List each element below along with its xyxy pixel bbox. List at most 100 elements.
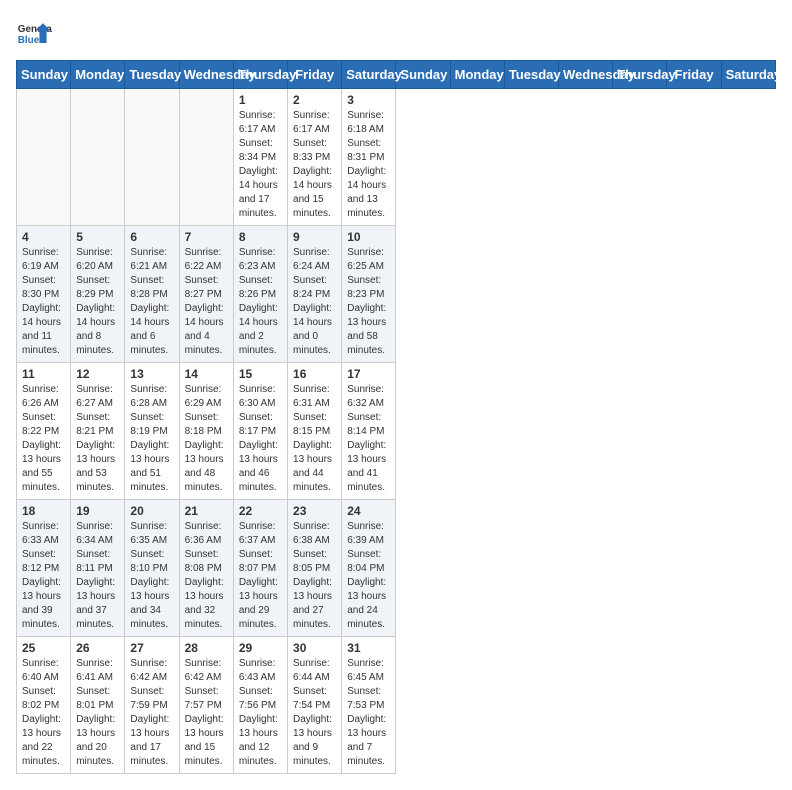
day-number: 6 [130,230,173,244]
day-content: Sunrise: 6:22 AM Sunset: 8:27 PM Dayligh… [185,246,228,358]
day-number: 10 [347,230,390,244]
day-number: 20 [130,504,173,518]
day-content: Sunrise: 6:38 AM Sunset: 8:05 PM Dayligh… [293,520,336,632]
day-number: 28 [185,641,228,655]
calendar-cell: 17 Sunrise: 6:32 AM Sunset: 8:14 PM Dayli… [342,363,396,500]
day-content: Sunrise: 6:19 AM Sunset: 8:30 PM Dayligh… [22,246,65,358]
calendar-header-row: SundayMondayTuesdayWednesdayThursdayFrid… [17,61,776,89]
day-content: Sunrise: 6:33 AM Sunset: 8:12 PM Dayligh… [22,520,65,632]
day-content: Sunrise: 6:44 AM Sunset: 7:54 PM Dayligh… [293,657,336,769]
day-content: Sunrise: 6:27 AM Sunset: 8:21 PM Dayligh… [76,383,119,495]
calendar-cell: 23 Sunrise: 6:38 AM Sunset: 8:05 PM Dayli… [288,500,342,637]
calendar-cell [179,89,233,226]
calendar-cell: 7 Sunrise: 6:22 AM Sunset: 8:27 PM Daylig… [179,226,233,363]
header-wednesday: Wednesday [179,61,233,89]
day-number: 24 [347,504,390,518]
day-number: 2 [293,93,336,107]
day-content: Sunrise: 6:28 AM Sunset: 8:19 PM Dayligh… [130,383,173,495]
day-number: 14 [185,367,228,381]
day-content: Sunrise: 6:26 AM Sunset: 8:22 PM Dayligh… [22,383,65,495]
svg-text:Blue: Blue [18,35,40,46]
day-content: Sunrise: 6:45 AM Sunset: 7:53 PM Dayligh… [347,657,390,769]
day-number: 12 [76,367,119,381]
calendar-cell: 21Sunrise: 6:36 AM Sunset: 8:08 PM Dayli… [179,500,233,637]
calendar-cell: 18 Sunrise: 6:33 AM Sunset: 8:12 PM Dayli… [17,500,71,637]
calendar-cell: 14 Sunrise: 6:29 AM Sunset: 8:18 PM Dayli… [179,363,233,500]
calendar-cell: 6 Sunrise: 6:21 AM Sunset: 8:28 PM Daylig… [125,226,179,363]
day-number: 4 [22,230,65,244]
day-content: Sunrise: 6:23 AM Sunset: 8:26 PM Dayligh… [239,246,282,358]
day-content: Sunrise: 6:21 AM Sunset: 8:28 PM Dayligh… [130,246,173,358]
weekday-header-monday: Monday [450,61,504,89]
day-content: Sunrise: 6:30 AM Sunset: 8:17 PM Dayligh… [239,383,282,495]
header-friday: Friday [288,61,342,89]
day-number: 15 [239,367,282,381]
day-number: 19 [76,504,119,518]
logo: General Blue [16,16,52,52]
day-number: 21 [185,504,228,518]
day-content: Sunrise: 6:31 AM Sunset: 8:15 PM Dayligh… [293,383,336,495]
day-number: 18 [22,504,65,518]
day-number: 30 [293,641,336,655]
day-content: Sunrise: 6:37 AM Sunset: 8:07 PM Dayligh… [239,520,282,632]
day-number: 9 [293,230,336,244]
day-content: Sunrise: 6:18 AM Sunset: 8:31 PM Dayligh… [347,109,390,221]
calendar-cell: 3 Sunrise: 6:18 AM Sunset: 8:31 PM Daylig… [342,89,396,226]
day-number: 3 [347,93,390,107]
day-number: 29 [239,641,282,655]
calendar-cell: 5Sunrise: 6:20 AM Sunset: 8:29 PM Daylig… [71,226,125,363]
calendar-cell: 28 Sunrise: 6:42 AM Sunset: 7:57 PM Dayli… [179,637,233,774]
calendar-cell: 19 Sunrise: 6:34 AM Sunset: 8:11 PM Dayli… [71,500,125,637]
day-content: Sunrise: 6:20 AM Sunset: 8:29 PM Dayligh… [76,246,119,358]
calendar-cell: 9 Sunrise: 6:24 AM Sunset: 8:24 PM Daylig… [288,226,342,363]
day-number: 23 [293,504,336,518]
calendar-cell: 27Sunrise: 6:42 AM Sunset: 7:59 PM Dayli… [125,637,179,774]
calendar-cell [71,89,125,226]
day-number: 7 [185,230,228,244]
logo-icon: General Blue [16,16,52,52]
day-number: 11 [22,367,65,381]
calendar-cell: 24Sunrise: 6:39 AM Sunset: 8:04 PM Dayli… [342,500,396,637]
weekday-header-wednesday: Wednesday [559,61,613,89]
day-content: Sunrise: 6:34 AM Sunset: 8:11 PM Dayligh… [76,520,119,632]
day-content: Sunrise: 6:24 AM Sunset: 8:24 PM Dayligh… [293,246,336,358]
day-number: 8 [239,230,282,244]
day-content: Sunrise: 6:43 AM Sunset: 7:56 PM Dayligh… [239,657,282,769]
day-number: 25 [22,641,65,655]
calendar-cell: 16Sunrise: 6:31 AM Sunset: 8:15 PM Dayli… [288,363,342,500]
header-monday: Monday [71,61,125,89]
day-number: 27 [130,641,173,655]
calendar-week-2: 4 Sunrise: 6:19 AM Sunset: 8:30 PM Daylig… [17,226,776,363]
day-content: Sunrise: 6:25 AM Sunset: 8:23 PM Dayligh… [347,246,390,358]
calendar-cell: 31Sunrise: 6:45 AM Sunset: 7:53 PM Dayli… [342,637,396,774]
weekday-header-thursday: Thursday [613,61,667,89]
day-content: Sunrise: 6:42 AM Sunset: 7:57 PM Dayligh… [185,657,228,769]
day-number: 13 [130,367,173,381]
calendar-week-4: 18 Sunrise: 6:33 AM Sunset: 8:12 PM Dayli… [17,500,776,637]
header-sunday: Sunday [17,61,71,89]
day-content: Sunrise: 6:17 AM Sunset: 8:33 PM Dayligh… [293,109,336,221]
weekday-header-saturday: Saturday [721,61,775,89]
calendar-cell: 26 Sunrise: 6:41 AM Sunset: 8:01 PM Dayli… [71,637,125,774]
calendar-cell: 20Sunrise: 6:35 AM Sunset: 8:10 PM Dayli… [125,500,179,637]
weekday-header-sunday: Sunday [396,61,450,89]
calendar-table: SundayMondayTuesdayWednesdayThursdayFrid… [16,60,776,774]
header-thursday: Thursday [233,61,287,89]
calendar-cell: 29 Sunrise: 6:43 AM Sunset: 7:56 PM Dayli… [233,637,287,774]
day-content: Sunrise: 6:32 AM Sunset: 8:14 PM Dayligh… [347,383,390,495]
calendar-cell: 25Sunrise: 6:40 AM Sunset: 8:02 PM Dayli… [17,637,71,774]
day-content: Sunrise: 6:41 AM Sunset: 8:01 PM Dayligh… [76,657,119,769]
header-tuesday: Tuesday [125,61,179,89]
day-content: Sunrise: 6:29 AM Sunset: 8:18 PM Dayligh… [185,383,228,495]
calendar-cell: 1Sunrise: 6:17 AM Sunset: 8:34 PM Daylig… [233,89,287,226]
calendar-cell [125,89,179,226]
day-number: 26 [76,641,119,655]
day-number: 17 [347,367,390,381]
calendar-cell: 13 Sunrise: 6:28 AM Sunset: 8:19 PM Dayli… [125,363,179,500]
calendar-cell: 15 Sunrise: 6:30 AM Sunset: 8:17 PM Dayli… [233,363,287,500]
calendar-cell: 4 Sunrise: 6:19 AM Sunset: 8:30 PM Daylig… [17,226,71,363]
weekday-header-friday: Friday [667,61,721,89]
calendar-week-1: 1Sunrise: 6:17 AM Sunset: 8:34 PM Daylig… [17,89,776,226]
calendar-cell: 11 Sunrise: 6:26 AM Sunset: 8:22 PM Dayli… [17,363,71,500]
day-number: 1 [239,93,282,107]
